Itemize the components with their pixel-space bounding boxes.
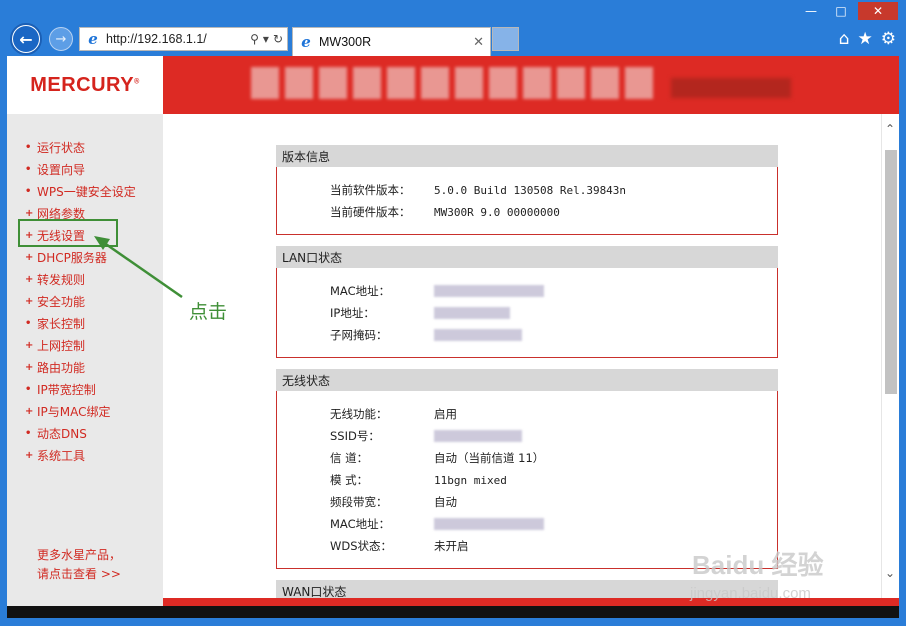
browser-window: — □ ✕ ← → e http://192.168.1.1/ ⚲ ▾ ↻ e … <box>0 0 906 626</box>
scroll-up-icon[interactable]: ⌃ <box>885 122 895 136</box>
baidu-watermark: Baidu 经验 <box>692 550 824 580</box>
tab-mw300r[interactable]: e MW300R ✕ <box>292 27 491 56</box>
header-model-blurred <box>671 78 791 98</box>
version-panel: 版本信息 当前软件版本： 5.0.0 Build 130508 Rel.39843… <box>276 145 778 235</box>
sidebar-item-routing[interactable]: + 路由功能 <box>25 356 136 378</box>
panel-title: LAN口状态 <box>276 246 778 268</box>
search-icon[interactable]: ⚲ <box>250 32 259 46</box>
tab-close-icon[interactable]: ✕ <box>473 35 484 50</box>
maximize-button[interactable]: □ <box>828 2 854 20</box>
ie-icon: e <box>301 33 311 51</box>
ie-icon: e <box>88 30 98 48</box>
refresh-icon[interactable]: ↻ <box>273 32 283 46</box>
sidebar-item-ip-mac[interactable]: + IP与MAC绑定 <box>25 400 136 422</box>
hardware-version-value: MW300R 9.0 00000000 <box>434 205 560 219</box>
forward-arrow-icon: → <box>55 31 67 47</box>
favorites-star-icon[interactable]: ★ <box>858 29 873 49</box>
scroll-down-icon[interactable]: ⌄ <box>885 566 895 580</box>
navigation-bar: ← → e http://192.168.1.1/ ⚲ ▾ ↻ e MW300R… <box>0 22 906 56</box>
address-bar[interactable]: e http://192.168.1.1/ ⚲ ▾ ↻ <box>79 27 288 51</box>
sidebar-item-access-control[interactable]: + 上网控制 <box>25 334 136 356</box>
lan-mask-blurred <box>434 329 522 341</box>
page-scrollbar[interactable]: ⌃ ⌄ <box>881 114 899 606</box>
home-icon[interactable]: ⌂ <box>839 29 850 49</box>
scroll-thumb[interactable] <box>885 150 897 394</box>
sidebar-item-wps[interactable]: • WPS一键安全设定 <box>25 180 136 202</box>
footer-bar-dark <box>7 606 899 618</box>
lan-ip-blurred <box>434 307 510 319</box>
status-content: 版本信息 当前软件版本： 5.0.0 Build 130508 Rel.39843… <box>163 114 881 606</box>
tab-title: MW300R <box>319 35 372 49</box>
dropdown-icon[interactable]: ▾ <box>263 32 269 46</box>
gear-icon[interactable]: ⚙ <box>881 29 896 49</box>
address-url[interactable]: http://192.168.1.1/ <box>106 32 250 46</box>
ssid-blurred <box>434 430 522 442</box>
sidebar-item-ddns[interactable]: • 动态DNS <box>25 422 136 444</box>
sidebar-item-wizard[interactable]: • 设置向导 <box>25 158 136 180</box>
lan-mac-blurred <box>434 285 544 297</box>
sidebar-item-forwarding[interactable]: + 转发规则 <box>25 268 136 290</box>
baidu-watermark-url: jingyan.baidu.com <box>690 585 811 602</box>
forward-button[interactable]: → <box>49 27 73 51</box>
sidebar-item-security[interactable]: + 安全功能 <box>25 290 136 312</box>
new-tab-button[interactable] <box>492 27 519 51</box>
lan-panel: LAN口状态 MAC地址： IP地址： 子网掩码： <box>276 246 778 358</box>
header-banner-blurred <box>251 67 653 99</box>
router-header: MERCURY® <box>7 56 899 114</box>
sidebar-item-bandwidth[interactable]: • IP带宽控制 <box>25 378 136 400</box>
wireless-panel: 无线状态 无线功能： 启用 SSID号： 信 道： 自动（当前信道 11） 模 式：… <box>276 369 778 569</box>
panel-title: 无线状态 <box>276 369 778 391</box>
sidebar-item-dhcp[interactable]: + DHCP服务器 <box>25 246 136 268</box>
sidebar-menu: • 运行状态 • 设置向导 • WPS一键安全设定 + 网络参数 + 无线设置 + DHCP… <box>25 136 136 466</box>
sidebar-item-status[interactable]: • 运行状态 <box>25 136 136 158</box>
router-sidebar: • 运行状态 • 设置向导 • WPS一键安全设定 + 网络参数 + 无线设置 + DHCP… <box>7 114 163 606</box>
wireless-mac-blurred <box>434 518 544 530</box>
back-button[interactable]: ← <box>10 23 42 55</box>
mercury-logo[interactable]: MERCURY® <box>7 56 163 114</box>
more-products-link[interactable]: 更多水星产品， 请点击查看 >> <box>37 546 121 584</box>
sidebar-item-system-tools[interactable]: + 系统工具 <box>25 444 136 466</box>
page-viewport: MERCURY® • 运行状态 • 设置向导 • WPS一键安全设定 + 网络参数 + 无… <box>7 56 899 618</box>
annotation-click-text: 点击 <box>189 301 228 323</box>
back-arrow-icon: ← <box>13 26 39 52</box>
wireless-highlight-box <box>18 219 118 247</box>
panel-title: 版本信息 <box>276 145 778 167</box>
close-button[interactable]: ✕ <box>858 2 898 20</box>
software-version-value: 5.0.0 Build 130508 Rel.39843n <box>434 183 627 197</box>
sidebar-item-parental[interactable]: • 家长控制 <box>25 312 136 334</box>
window-caption-buttons: — □ ✕ <box>798 2 898 22</box>
minimize-button[interactable]: — <box>798 2 824 20</box>
